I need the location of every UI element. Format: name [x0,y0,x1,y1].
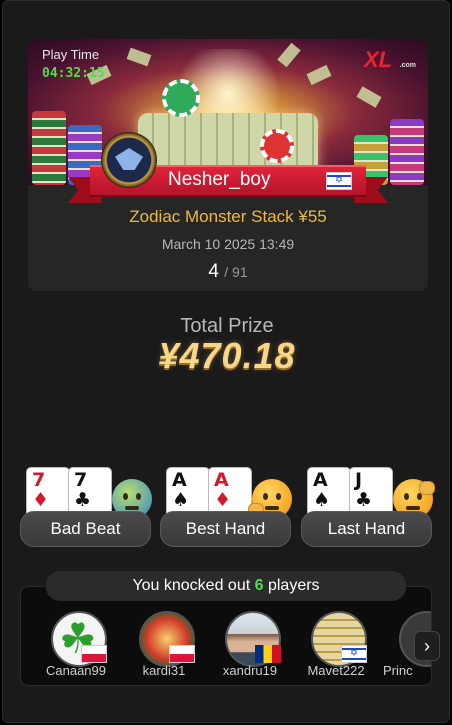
poland-flag-icon [81,645,107,663]
finish-position: 4 / 91 [28,261,428,283]
bad-beat-label: Bad Beat [20,511,151,547]
brand-logo: XL .com [364,47,416,72]
knocked-out-players-list[interactable]: Canaan99 kardi31 xandru19 Mavet222 Princ [20,586,432,686]
player-name: Mavet222 [307,663,365,678]
player-name: Canaan99 [46,663,106,678]
last-hand-label: Last Hand [301,511,432,547]
player-name: xandru19 [222,663,278,678]
tournament-result-panel: Play Time 04:32:15 XL.com Nesher_boy Zod… [2,0,450,723]
bad-beat-button[interactable]: 7 ♦ 7 ♣ Bad Beat [20,467,152,547]
finish-place: 4 [208,261,219,282]
best-hand-label: Best Hand [160,511,291,547]
tournament-summary-card: Play Time 04:32:15 XL.com Nesher_boy Zod… [28,39,428,291]
best-hand-button[interactable]: A ♠ A ♦ Best Hand [160,467,292,547]
israel-flag-icon [326,172,352,190]
tournament-name: Zodiac Monster Stack ¥55 [129,207,327,226]
player-name: Nesher_boy [168,169,271,190]
player-name: kardi31 [142,663,186,678]
banner-image: Play Time 04:32:15 XL .com [28,39,428,185]
player-name: Princ [383,663,413,678]
knocked-out-player[interactable]: Mavet222 [295,611,375,681]
israel-flag-icon [341,645,367,663]
knockout-count-header: You knocked out 6 players [46,571,406,601]
knocked-out-player[interactable]: xandru19 [209,611,289,681]
tournament-date: March 10 2025 13:49 [161,236,295,252]
play-time-value: 04:32:15 [42,66,105,81]
knocked-out-player[interactable]: Canaan99 [35,611,115,681]
eagle-icon [115,148,143,170]
romania-flag-icon [255,645,281,663]
last-hand-button[interactable]: A ♠ J ♣ Last Hand [301,467,435,547]
player-avatar [101,132,157,188]
poland-flag-icon [169,645,195,663]
knockout-count: 6 [254,577,264,594]
knocked-out-player[interactable]: kardi31 [123,611,203,681]
chevron-right-icon[interactable]: › [414,631,440,661]
finish-total: / 91 [224,264,248,280]
play-time-label: Play Time [42,47,100,62]
total-prize-value: ¥470.18 [158,335,296,376]
